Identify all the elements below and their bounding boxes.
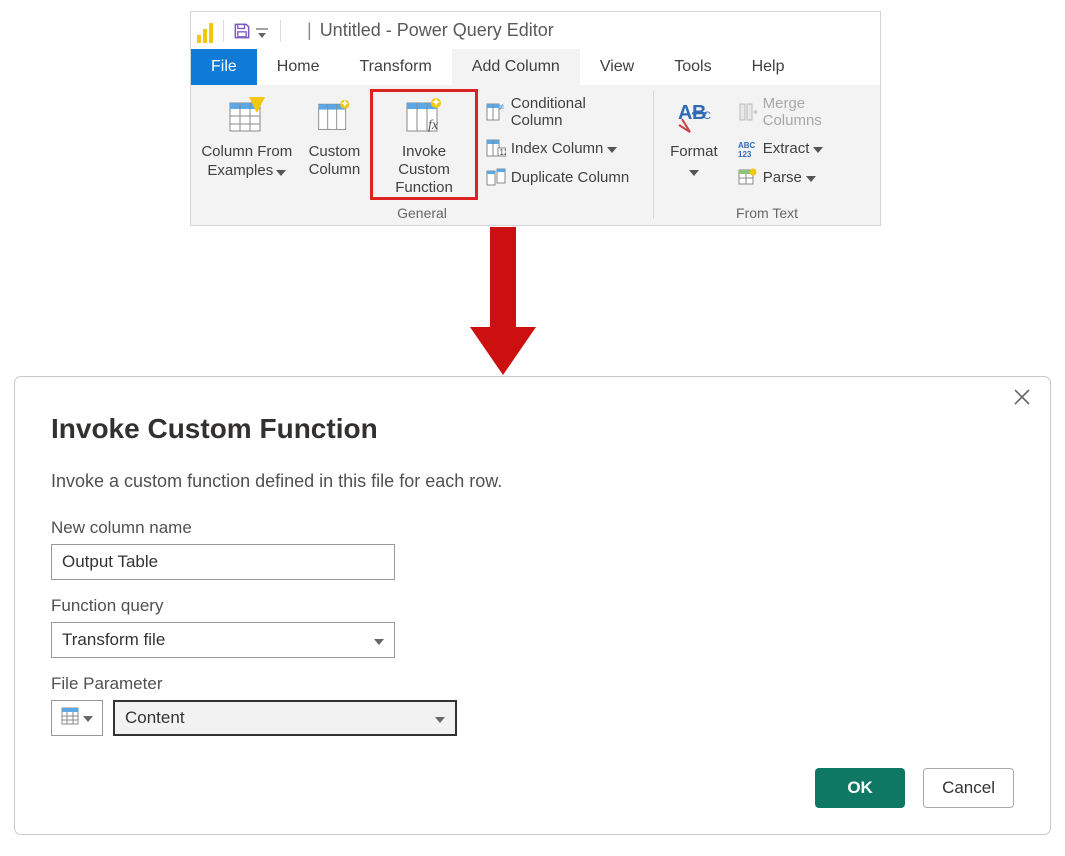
svg-text:fx: fx — [428, 118, 439, 133]
new-column-name-label: New column name — [51, 518, 1014, 538]
svg-text:123: 123 — [738, 150, 752, 158]
index-column-icon: 12 — [484, 138, 508, 158]
svg-text:ABC: ABC — [738, 141, 756, 150]
duplicate-column-icon — [484, 167, 508, 187]
dropdown-caret-icon — [435, 708, 445, 728]
merge-columns-icon — [736, 102, 760, 122]
ribbon-tab-strip: File Home Transform Add Column View Tool… — [191, 49, 880, 85]
qat-dropdown-icon[interactable] — [256, 21, 272, 41]
extract-icon: ABC123 — [736, 138, 760, 158]
ribbon-body: Column From Examples — [191, 85, 880, 225]
format-button[interactable]: A B C Format — [658, 89, 730, 181]
dropdown-caret-icon — [374, 630, 384, 650]
tab-home[interactable]: Home — [257, 49, 340, 85]
parameter-type-picker[interactable] — [51, 700, 103, 736]
dropdown-caret-icon — [607, 140, 617, 157]
dropdown-caret-icon — [276, 163, 286, 181]
tab-help[interactable]: Help — [732, 49, 805, 85]
new-column-name-input[interactable]: Output Table — [51, 544, 395, 580]
invoke-custom-function-button[interactable]: fx Invoke CustomFunction — [370, 89, 478, 200]
tab-file[interactable]: File — [191, 49, 257, 85]
dialog-title: Invoke Custom Function — [51, 413, 1014, 445]
table-picker-icon — [61, 707, 79, 730]
tab-add-column[interactable]: Add Column — [452, 49, 580, 85]
ok-button[interactable]: OK — [815, 768, 905, 808]
custom-column-icon — [316, 95, 352, 135]
svg-text:C: C — [703, 110, 711, 122]
conditional-column-button[interactable]: ≠ Conditional Column — [484, 95, 641, 129]
file-parameter-label: File Parameter — [51, 674, 1014, 694]
parse-button[interactable]: Parse — [736, 167, 868, 187]
dropdown-caret-icon — [689, 163, 699, 181]
dropdown-caret-icon — [83, 709, 93, 727]
invoke-custom-function-icon: fx — [404, 95, 444, 135]
function-query-label: Function query — [51, 596, 1014, 616]
power-bi-logo-icon — [197, 19, 215, 43]
parse-icon — [736, 167, 760, 187]
tab-tools[interactable]: Tools — [654, 49, 731, 85]
custom-column-button[interactable]: CustomColumn — [299, 89, 371, 179]
extract-button[interactable]: ABC123 Extract — [736, 138, 868, 158]
index-column-button[interactable]: 12 Index Column — [484, 138, 641, 158]
ribbon-group-general: Column From Examples — [191, 85, 653, 225]
power-query-editor-window: |Untitled - Power Query Editor File Home… — [190, 11, 881, 226]
cancel-button[interactable]: Cancel — [923, 768, 1014, 808]
svg-text:12: 12 — [499, 148, 506, 157]
window-title: |Untitled - Power Query Editor — [303, 20, 554, 41]
merge-columns-button: Merge Columns — [736, 95, 868, 129]
format-icon: A B C — [676, 95, 712, 135]
dropdown-caret-icon — [806, 169, 816, 186]
function-query-select[interactable]: Transform file — [51, 622, 395, 658]
ribbon-group-from-text: A B C Format Merge Columns — [654, 85, 880, 225]
duplicate-column-button[interactable]: Duplicate Column — [484, 167, 641, 187]
invoke-custom-function-dialog: Invoke Custom Function Invoke a custom f… — [14, 376, 1051, 835]
column-from-examples-icon — [227, 95, 267, 135]
tab-view[interactable]: View — [580, 49, 654, 85]
column-from-examples-button[interactable]: Column From Examples — [195, 89, 299, 181]
conditional-column-icon: ≠ — [484, 102, 508, 122]
annotation-arrow — [470, 227, 536, 377]
close-button[interactable] — [1012, 387, 1032, 412]
dialog-description: Invoke a custom function defined in this… — [51, 471, 1014, 492]
svg-text:≠: ≠ — [499, 102, 504, 112]
dropdown-caret-icon — [813, 140, 823, 157]
file-parameter-select[interactable]: Content — [113, 700, 457, 736]
svg-text:A: A — [678, 102, 692, 124]
tab-transform[interactable]: Transform — [339, 49, 451, 85]
quick-access-toolbar: |Untitled - Power Query Editor — [191, 12, 880, 49]
save-icon[interactable] — [232, 21, 252, 41]
